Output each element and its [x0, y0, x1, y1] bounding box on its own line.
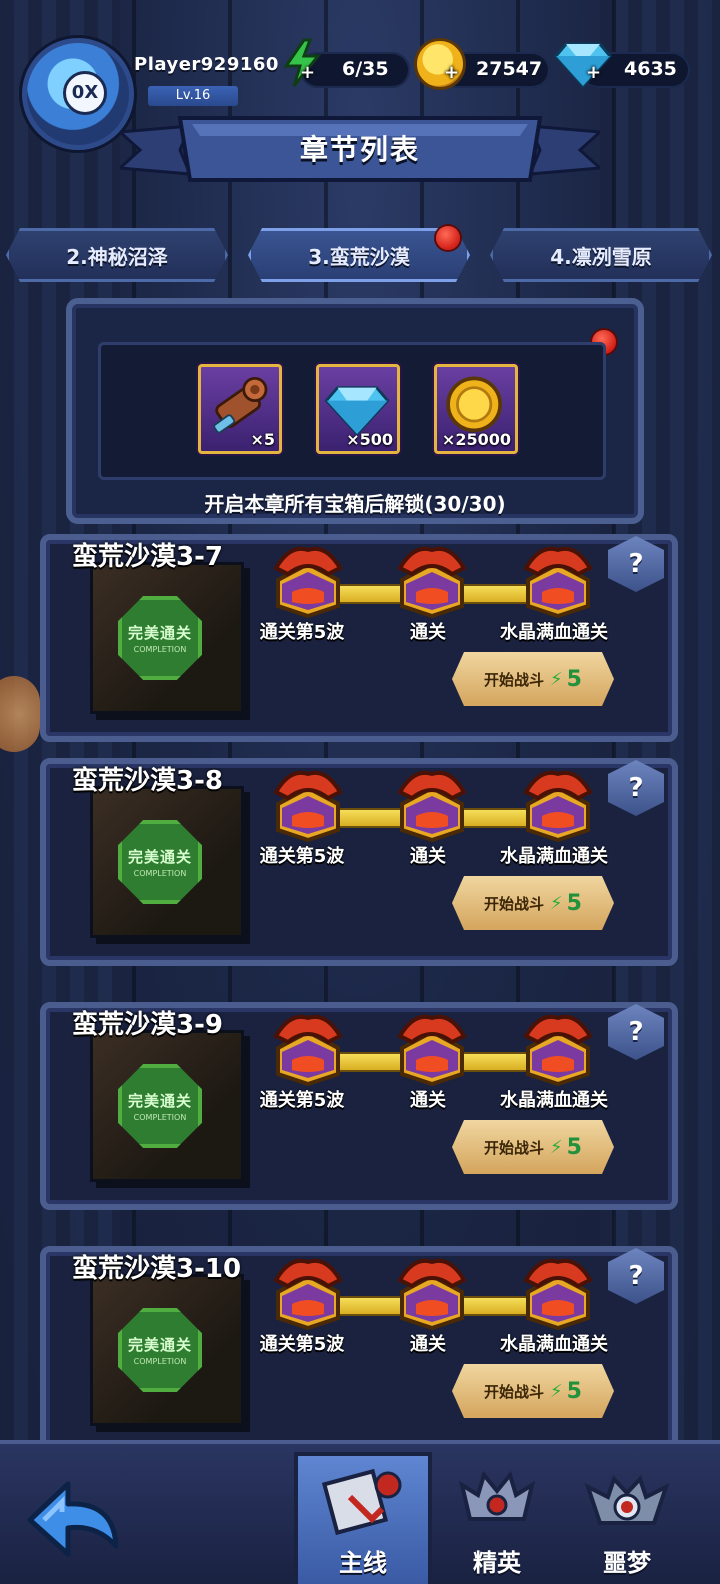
battle-energy-cost: 5	[566, 890, 582, 916]
reward-chest-icon[interactable]	[392, 1252, 472, 1331]
objective-label: 水晶满血通关	[500, 1334, 608, 1355]
reward-qty: ×25000	[441, 430, 511, 449]
objective-label: 通关	[410, 1334, 446, 1355]
level-title: 蛮荒沙漠3-8	[72, 766, 223, 796]
battle-energy-cost: 5	[566, 666, 582, 692]
reward-unlock-caption: 开启本章所有宝箱后解锁(30/30)	[204, 492, 506, 516]
reward-chest-icon[interactable]	[268, 764, 348, 843]
nav-tab-main[interactable]: 主线	[294, 1452, 432, 1584]
start-battle-button[interactable]: 开始战斗 ⚡ 5	[452, 1364, 614, 1418]
main-story-icon	[321, 1468, 402, 1536]
completion-seal-label: 完美通关	[127, 1092, 192, 1110]
elite-icon	[458, 1470, 536, 1521]
gem-icon[interactable]	[554, 40, 612, 88]
objective-label: 通关	[410, 622, 446, 643]
chapter-tab-2[interactable]: 2.神秘沼泽	[6, 228, 228, 282]
completion-seal-label: 完美通关	[127, 624, 192, 642]
reward-chest-icon[interactable]	[518, 1008, 598, 1087]
reward-chest-icon[interactable]	[268, 1252, 348, 1331]
nav-label: 主线	[339, 1549, 387, 1577]
objective-label: 通关第5波	[259, 846, 345, 867]
reward-item-gem[interactable]: ×500	[316, 364, 400, 454]
gem-value: 4635	[624, 58, 677, 80]
objective-label: 通关	[410, 1090, 446, 1111]
reward-chest-icon[interactable]	[268, 1008, 348, 1087]
reward-chest-icon[interactable]	[268, 540, 348, 619]
chapter-notice-dot	[436, 226, 460, 250]
start-battle-button[interactable]: 开始战斗 ⚡ 5	[452, 876, 614, 930]
nav-tab-elite[interactable]: 精英	[428, 1452, 566, 1584]
level-title: 蛮荒沙漠3-9	[72, 1010, 223, 1040]
energy-value: 6/35	[342, 58, 389, 80]
completion-seal-sub: COMPLETION	[133, 869, 187, 878]
player-name: Player929160	[134, 54, 279, 75]
player-avatar[interactable]: 0X	[22, 38, 134, 150]
reward-chest-icon[interactable]	[518, 540, 598, 619]
start-battle-label: 开始战斗	[484, 670, 545, 689]
start-battle-label: 开始战斗	[484, 1382, 545, 1401]
coin-value: 27547	[476, 58, 543, 80]
reward-item-coin[interactable]: ×25000	[434, 364, 518, 454]
reward-chest-icon[interactable]	[392, 764, 472, 843]
back-arrow-icon[interactable]	[22, 1476, 122, 1572]
reward-qty: ×500	[346, 430, 393, 449]
objective-label: 通关	[410, 846, 446, 867]
start-battle-button[interactable]: 开始战斗 ⚡ 5	[452, 652, 614, 706]
avatar-badge: 0X	[63, 71, 107, 115]
side-floating-button[interactable]	[0, 676, 40, 752]
objective-label: 通关第5波	[259, 1334, 345, 1355]
nav-label: 精英	[473, 1549, 521, 1577]
completion-seal-sub: COMPLETION	[133, 1357, 187, 1366]
reward-chest-icon[interactable]	[518, 1252, 598, 1331]
gem-add-icon[interactable]: +	[586, 62, 601, 83]
nav-label: 噩梦	[603, 1549, 651, 1577]
reward-qty: ×5	[250, 430, 275, 449]
energy-add-icon[interactable]: +	[300, 62, 315, 83]
reward-chest-icon[interactable]	[518, 764, 598, 843]
energy-icon: ⚡	[550, 1136, 563, 1158]
completion-seal-label: 完美通关	[127, 1336, 192, 1354]
nightmare-icon	[584, 1475, 670, 1525]
page-title: 章节列表	[299, 133, 420, 166]
reward-chest-icon[interactable]	[392, 540, 472, 619]
start-battle-label: 开始战斗	[484, 1138, 545, 1157]
energy-icon: ⚡	[550, 668, 563, 690]
chapter-tab-4[interactable]: 4.凛冽雪原	[490, 228, 712, 282]
nav-tab-nightmare[interactable]: 噩梦	[558, 1452, 696, 1584]
completion-seal-sub: COMPLETION	[133, 645, 187, 654]
objective-label: 水晶满血通关	[500, 1090, 608, 1111]
objective-label: 水晶满血通关	[500, 846, 608, 867]
completion-seal-label: 完美通关	[127, 848, 192, 866]
coin-add-icon[interactable]: +	[444, 62, 459, 83]
level-title: 蛮荒沙漠3-7	[72, 542, 223, 572]
completion-seal-sub: COMPLETION	[133, 1113, 187, 1122]
energy-icon: ⚡	[550, 892, 563, 914]
battle-energy-cost: 5	[566, 1378, 582, 1404]
objective-label: 通关第5波	[259, 1090, 345, 1111]
objective-label: 通关第5波	[259, 622, 345, 643]
battle-energy-cost: 5	[566, 1134, 582, 1160]
reward-chest-icon[interactable]	[392, 1008, 472, 1087]
energy-icon: ⚡	[550, 1380, 563, 1402]
reward-item-scroll[interactable]: ×5	[198, 364, 282, 454]
objective-label: 水晶满血通关	[500, 622, 608, 643]
level-title: 蛮荒沙漠3-10	[72, 1254, 242, 1284]
start-battle-label: 开始战斗	[484, 894, 545, 913]
player-level: Lv.16	[148, 86, 238, 106]
start-battle-button[interactable]: 开始战斗 ⚡ 5	[452, 1120, 614, 1174]
